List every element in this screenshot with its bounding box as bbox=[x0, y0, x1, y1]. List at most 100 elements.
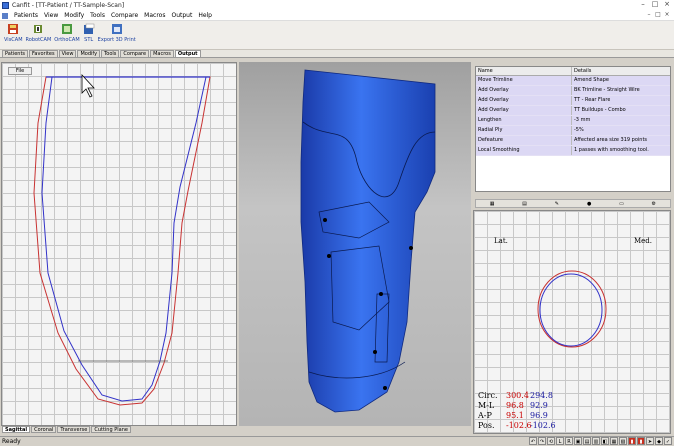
3d-print-icon bbox=[111, 24, 122, 34]
operation-name: Add Overlay bbox=[476, 86, 572, 95]
menu-help[interactable]: Help bbox=[195, 12, 215, 19]
robotcam-button[interactable]: RobotCAM bbox=[25, 23, 52, 43]
menu-compare[interactable]: Compare bbox=[108, 12, 141, 19]
orthocam-button[interactable]: OrthoCAM bbox=[54, 23, 80, 43]
list-item[interactable]: Lengthen -3 mm bbox=[476, 116, 670, 126]
close-button[interactable]: × bbox=[662, 1, 672, 9]
operation-detail: Amend Shape bbox=[574, 77, 609, 83]
list-item[interactable]: Local Smoothing 1 passes with smoothing t… bbox=[476, 146, 670, 156]
landmark-point-3 bbox=[409, 246, 413, 250]
operation-detail: TT - Rear Flare bbox=[574, 97, 611, 103]
fit-view-icon[interactable]: ▦ bbox=[610, 437, 618, 445]
note-icon[interactable]: ▭ bbox=[618, 201, 624, 207]
document-icon[interactable] bbox=[2, 12, 8, 19]
operation-detail: 1 passes with smoothing tool. bbox=[574, 147, 649, 153]
tab-cutting-plane[interactable]: Cutting Plane bbox=[91, 426, 131, 433]
sagittal-view[interactable]: File bbox=[1, 62, 237, 426]
list-item[interactable]: Defeature Affected area size 319 points bbox=[476, 136, 670, 146]
red-tool-2-icon[interactable]: ▮ bbox=[637, 437, 645, 445]
view-tool-strip: ▦ ▤ ✎ ● ▭ ⚙ bbox=[475, 199, 671, 208]
list-item[interactable]: Add Overlay TT Buildups - Combo bbox=[476, 106, 670, 116]
pen-icon[interactable]: ✎ bbox=[554, 201, 560, 207]
left-side-button[interactable]: L bbox=[556, 437, 564, 445]
layers-icon[interactable]: ▤ bbox=[521, 201, 527, 207]
operation-name: Move Trimline bbox=[476, 76, 572, 85]
menu-patients[interactable]: Patients bbox=[11, 12, 41, 19]
measure-red: -102.6 bbox=[506, 421, 532, 430]
viscam-label: VisCAM bbox=[4, 37, 23, 43]
measure-label: Circ. bbox=[478, 391, 498, 400]
tab-coronal[interactable]: Coronal bbox=[31, 426, 57, 433]
tab-patients[interactable]: Patients bbox=[2, 50, 29, 57]
pointer-icon[interactable]: ➤ bbox=[646, 437, 654, 445]
redo-icon[interactable]: ↷ bbox=[538, 437, 546, 445]
app-logo-icon bbox=[2, 2, 9, 9]
output-toolbar: VisCAM RobotCAM OrthoCAM STL Export 3D P… bbox=[0, 21, 674, 50]
robotcam-label: RobotCAM bbox=[25, 37, 52, 43]
grid-toggle-icon[interactable]: ▧ bbox=[619, 437, 627, 445]
sagittal-red-profile bbox=[33, 76, 211, 406]
tab-tools[interactable]: Tools bbox=[101, 50, 120, 57]
name-column-header[interactable]: Name bbox=[476, 67, 572, 75]
color-icon[interactable]: ● bbox=[586, 201, 592, 207]
mouse-cursor-icon bbox=[81, 73, 95, 98]
tab-modify[interactable]: Modify bbox=[77, 50, 101, 57]
list-item[interactable]: Move Trimline Amend Shape bbox=[476, 76, 670, 86]
iso-view-icon[interactable]: ◧ bbox=[601, 437, 609, 445]
export-3d-print-button[interactable]: Export 3D Print bbox=[98, 23, 136, 43]
export-3d-print-label: Export 3D Print bbox=[97, 37, 136, 43]
minimize-button[interactable]: – bbox=[638, 1, 648, 9]
grid-icon[interactable]: ▦ bbox=[489, 201, 495, 207]
menu-tools[interactable]: Tools bbox=[87, 12, 108, 19]
measure-blue: 92.9 bbox=[530, 401, 548, 410]
operation-name: Add Overlay bbox=[476, 106, 572, 115]
maximize-button[interactable]: □ bbox=[650, 1, 660, 9]
orthocam-icon bbox=[61, 24, 72, 34]
stl-label: STL bbox=[84, 37, 94, 43]
settings-icon[interactable]: ⚙ bbox=[651, 201, 657, 207]
landmark-point-2 bbox=[327, 254, 331, 258]
operation-detail: -3 mm bbox=[574, 117, 591, 123]
operations-history-list: Name Details Move Trimline Amend Shape Ad… bbox=[475, 66, 671, 192]
menu-bar: Patients View Modify Tools Compare Macro… bbox=[0, 11, 674, 21]
tag-icon[interactable]: ◆ bbox=[655, 437, 663, 445]
tab-sagittal[interactable]: Sagittal bbox=[2, 426, 31, 433]
rotate-icon[interactable]: ⟲ bbox=[547, 437, 555, 445]
operation-name: Radial Ply bbox=[476, 126, 572, 135]
menu-macros[interactable]: Macros bbox=[141, 12, 168, 19]
tab-view[interactable]: View bbox=[58, 50, 77, 57]
list-item[interactable]: Add Overlay BK Trimline - Straight Wire bbox=[476, 86, 670, 96]
menu-modify[interactable]: Modify bbox=[61, 12, 87, 19]
top-view-icon[interactable]: ▥ bbox=[592, 437, 600, 445]
operation-detail: Affected area size 319 points bbox=[574, 137, 648, 143]
front-view-icon[interactable]: ▣ bbox=[574, 437, 582, 445]
tab-compare[interactable]: Compare bbox=[120, 50, 150, 57]
undo-icon[interactable]: ↶ bbox=[529, 437, 537, 445]
tab-output[interactable]: Output bbox=[174, 50, 201, 57]
cross-section-view[interactable]: Lat. Med. Circ. 300.4 294.8 M-L 96.8 92.9 A-… bbox=[473, 210, 671, 434]
menu-output[interactable]: Output bbox=[168, 12, 195, 19]
3d-model-view[interactable] bbox=[239, 62, 471, 426]
side-view-icon[interactable]: ▤ bbox=[583, 437, 591, 445]
details-column-header[interactable]: Details bbox=[572, 67, 591, 75]
doc-minimize-button[interactable]: – bbox=[645, 12, 653, 19]
list-item[interactable]: Radial Ply -5% bbox=[476, 126, 670, 136]
operation-detail: -5% bbox=[574, 127, 584, 133]
tab-macros[interactable]: Macros bbox=[150, 50, 174, 57]
menu-view[interactable]: View bbox=[41, 12, 61, 19]
doc-close-button[interactable]: × bbox=[663, 12, 671, 19]
stl-button[interactable]: STL bbox=[83, 23, 95, 43]
cross-section-red bbox=[537, 270, 607, 348]
tab-favorites[interactable]: Favorites bbox=[29, 50, 58, 57]
landmark-point-6 bbox=[383, 386, 387, 390]
right-side-button[interactable]: R bbox=[565, 437, 573, 445]
red-tool-1-icon[interactable]: ▮ bbox=[628, 437, 636, 445]
robotcam-icon bbox=[34, 25, 43, 33]
list-item[interactable]: Add Overlay TT - Rear Flare bbox=[476, 96, 670, 106]
canfit-window: Canfit - [TT-Patient / TT-Sample-Scan] –… bbox=[0, 0, 674, 446]
table-row: A-P 95.1 96.9 bbox=[478, 411, 556, 421]
viscam-button[interactable]: VisCAM bbox=[4, 23, 23, 43]
measure-icon[interactable]: ✓ bbox=[664, 437, 672, 445]
tab-transverse[interactable]: Transverse bbox=[57, 426, 91, 433]
doc-maximize-button[interactable]: □ bbox=[654, 12, 662, 19]
